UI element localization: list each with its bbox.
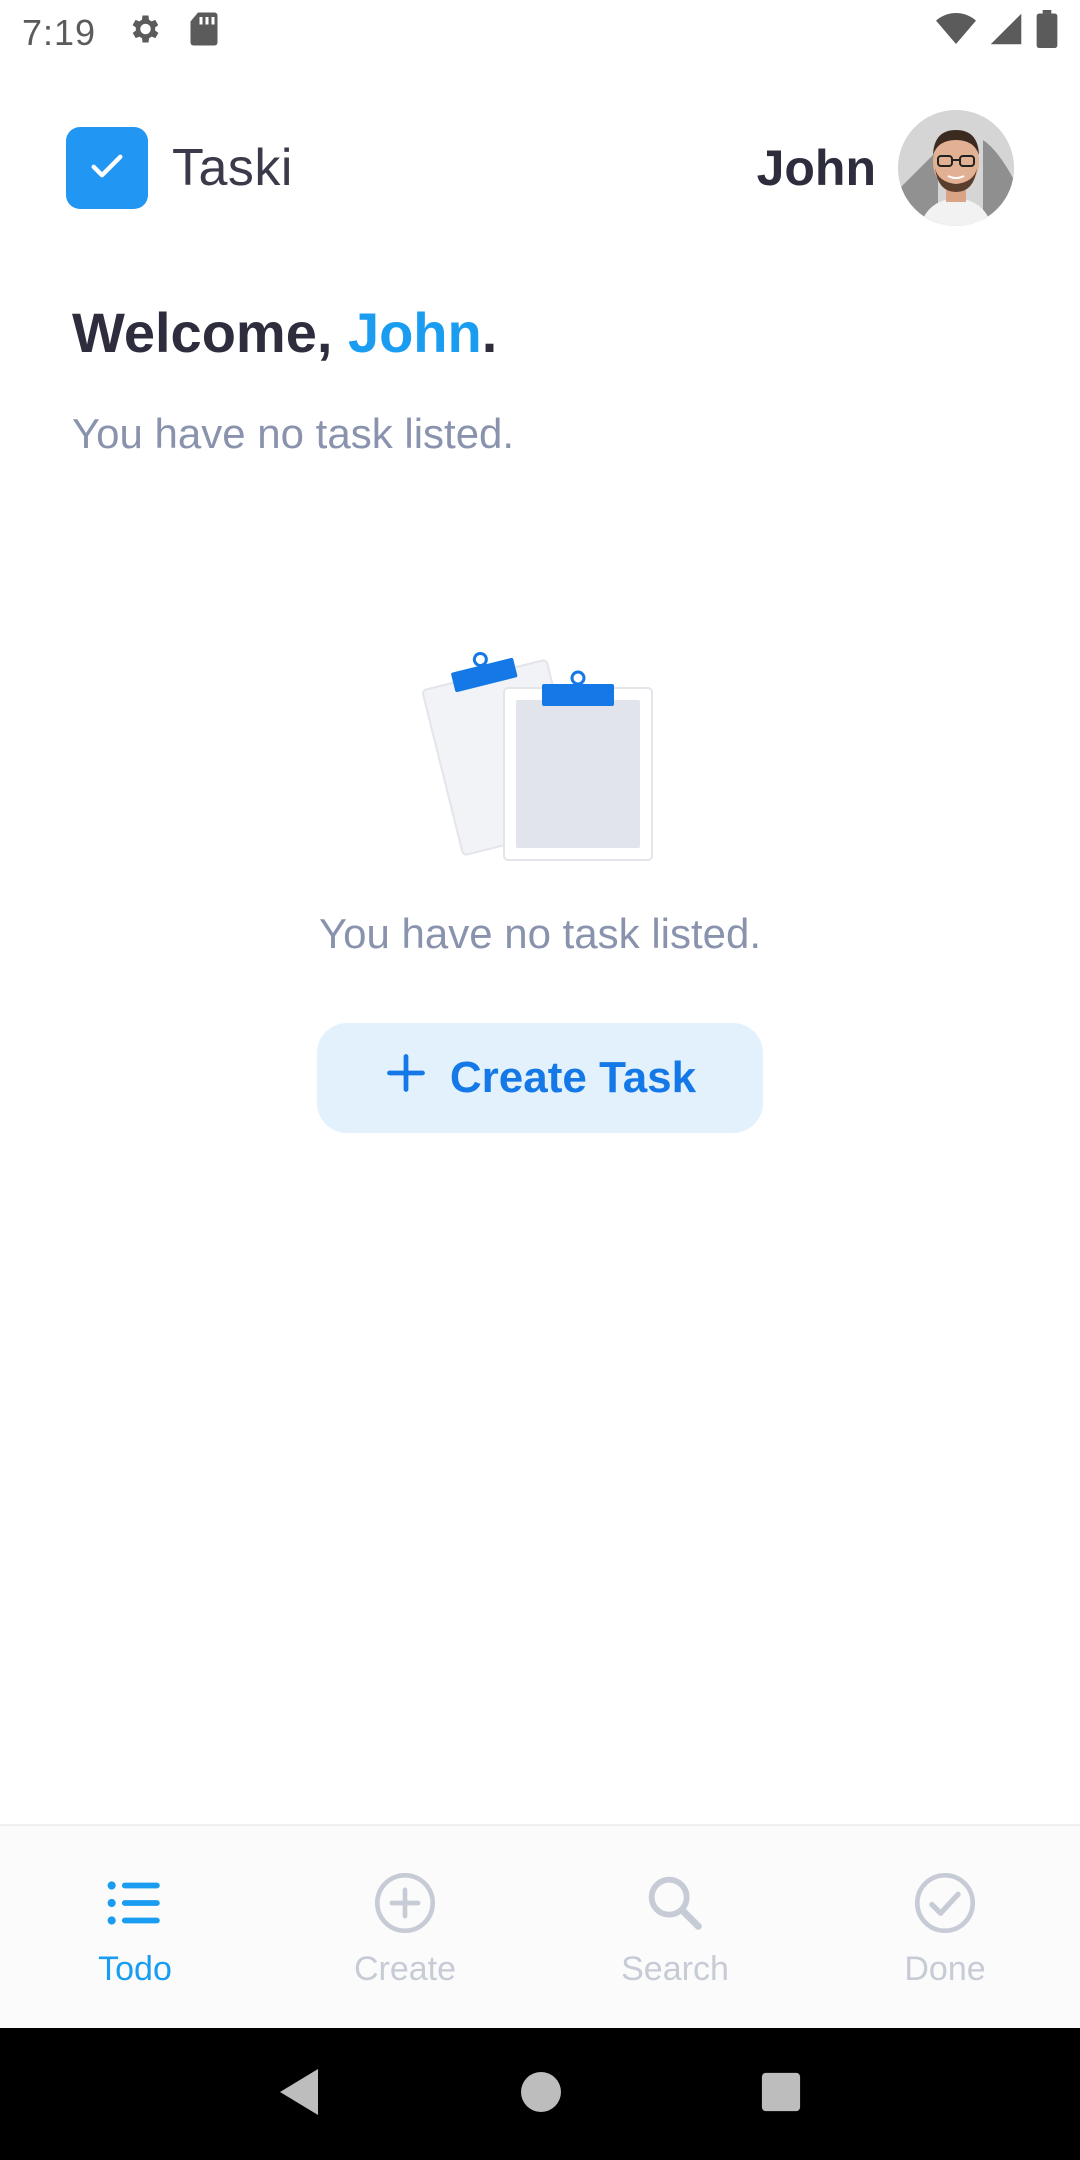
- search-icon: [640, 1868, 710, 1938]
- list-icon: [100, 1868, 170, 1938]
- back-icon[interactable]: [278, 2067, 322, 2122]
- home-icon[interactable]: [519, 2070, 563, 2119]
- status-time: 7:19: [22, 12, 97, 53]
- nav-search-label: Search: [621, 1950, 729, 1988]
- nav-search[interactable]: Search: [540, 1826, 810, 2028]
- app-logo: [66, 127, 148, 209]
- welcome-suffix: .: [481, 301, 498, 364]
- status-bar: 7:19: [0, 0, 1080, 66]
- nav-create-label: Create: [353, 1950, 457, 1988]
- add-circle-icon: [370, 1868, 440, 1938]
- app-screen: 7:19 Taski John Welcome, John. You have …: [0, 0, 1080, 2160]
- nav-create[interactable]: Create: [270, 1826, 540, 2028]
- plus-icon: [384, 1051, 428, 1106]
- empty-state-message: You have no task listed.: [318, 910, 762, 957]
- nav-todo[interactable]: Todo: [0, 1826, 270, 2028]
- user-name: John: [756, 140, 876, 196]
- user-profile[interactable]: John: [757, 110, 1014, 226]
- bottom-nav: Todo Create Search Done: [0, 1824, 1080, 2028]
- recents-icon[interactable]: [760, 2071, 802, 2118]
- cell-signal-icon: [988, 12, 1024, 55]
- welcome-heading: Welcome, John.: [72, 300, 497, 365]
- avatar[interactable]: [898, 110, 1014, 226]
- nav-done[interactable]: Done: [810, 1826, 1080, 2028]
- create-task-button[interactable]: Create Task: [317, 1023, 763, 1133]
- battery-icon: [1036, 9, 1058, 57]
- welcome-name: John: [347, 301, 482, 364]
- check-circle-icon: [910, 1868, 980, 1938]
- app-header: Taski John: [66, 110, 1014, 226]
- create-task-label: Create Task: [449, 1053, 697, 1102]
- sd-card-icon: [188, 11, 220, 56]
- nav-todo-label: Todo: [98, 1950, 172, 1988]
- system-nav-bar: [0, 2028, 1080, 2160]
- wifi-icon: [936, 12, 976, 55]
- settings-gear-icon: [126, 11, 162, 56]
- welcome-subtitle: You have no task listed.: [72, 410, 515, 457]
- checkmark-icon: [87, 146, 127, 191]
- nav-done-label: Done: [904, 1950, 986, 1988]
- welcome-prefix: Welcome,: [72, 301, 348, 364]
- brand-name: Taski: [172, 139, 293, 197]
- clipboard-illustration: [420, 636, 660, 866]
